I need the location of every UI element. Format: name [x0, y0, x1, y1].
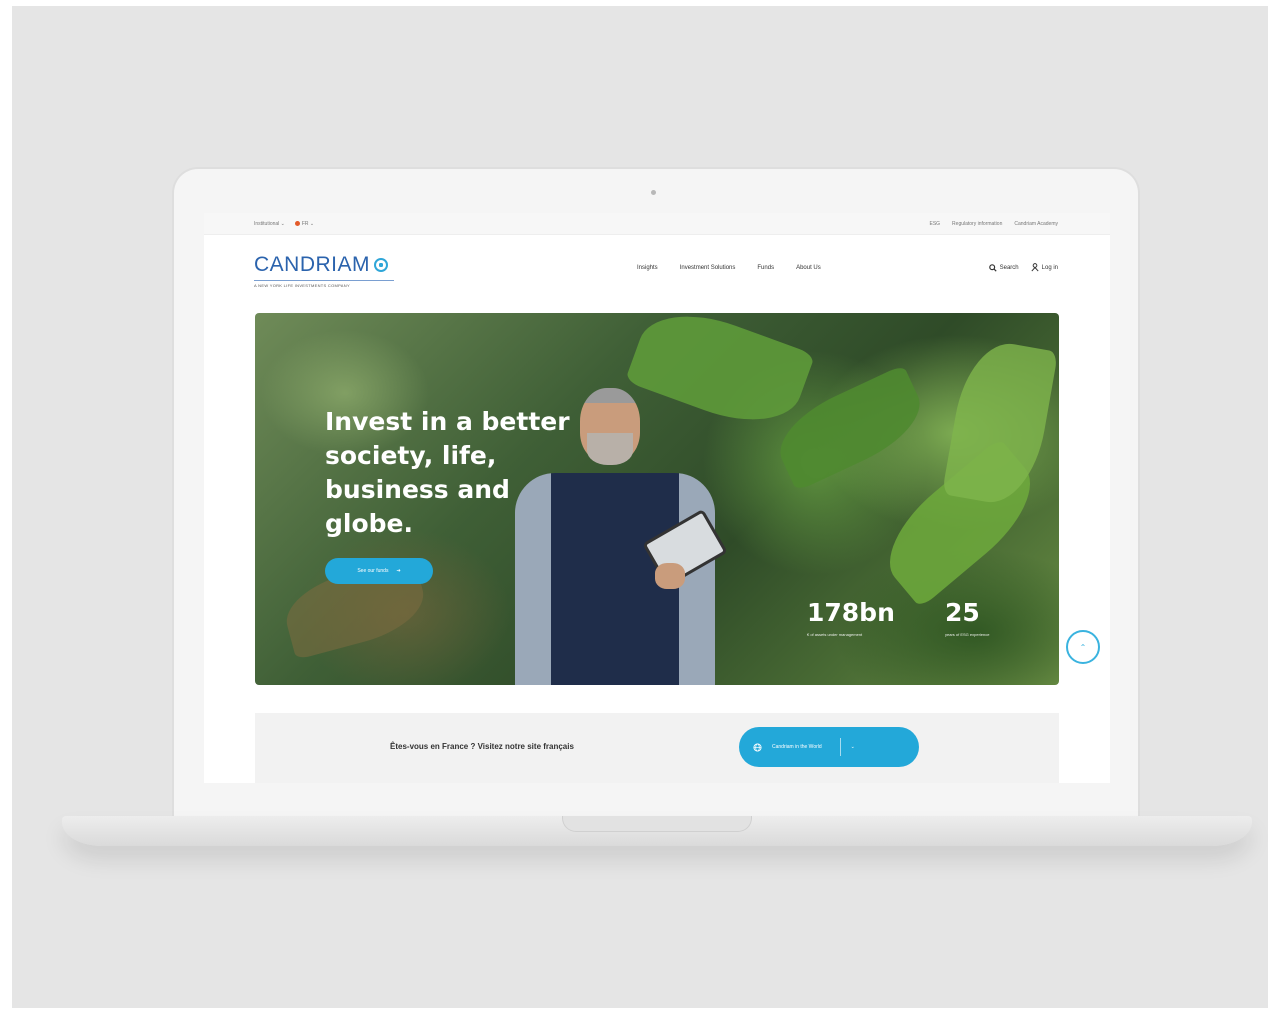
- stat-label: € of assets under management: [807, 632, 863, 637]
- stat-aum: 178bn € of assets under management: [807, 598, 895, 638]
- main-nav: Insights Investment Solutions Funds Abou…: [637, 265, 821, 271]
- leaf-decoration: [941, 336, 1059, 510]
- stat-value: 25: [945, 598, 980, 627]
- utility-link-esg[interactable]: ESG: [929, 221, 940, 227]
- logo-text: CANDRIAM: [254, 253, 371, 276]
- chevron-up-icon: ⌃: [1079, 642, 1087, 652]
- laptop-screen: Institutional ⌄ FR ⌄ ESG Regulatory info…: [204, 213, 1110, 783]
- world-button-label: Candriam in the World: [772, 744, 822, 750]
- utility-bar: Institutional ⌄ FR ⌄ ESG Regulatory info…: [204, 213, 1110, 235]
- nav-item-insights[interactable]: Insights: [637, 265, 658, 271]
- language-label: FR ⌄: [301, 221, 315, 227]
- nav-utilities: Search Log in: [988, 263, 1058, 272]
- camera-icon: [651, 190, 656, 195]
- hero-banner: Invest in a better society, life, busine…: [255, 313, 1059, 685]
- hero-title: Invest in a better society, life, busine…: [325, 407, 570, 538]
- logo-tagline: A NEW YORK LIFE INVESTMENTS COMPANY: [254, 280, 394, 288]
- utility-link-academy[interactable]: Candriam Academy: [1014, 221, 1058, 227]
- chevron-down-icon: ⌄: [850, 744, 855, 750]
- arrow-right-icon: ➔: [396, 568, 401, 574]
- country-banner-text: Êtes-vous en France ? Visitez notre site…: [390, 742, 574, 751]
- user-icon: [1031, 263, 1039, 272]
- see-our-funds-button[interactable]: See our funds ➔: [325, 558, 433, 584]
- login-label: Log in: [1041, 264, 1058, 271]
- stat-experience: 25 years of ESG experience: [945, 598, 1025, 638]
- language-selector[interactable]: FR ⌄: [294, 221, 315, 227]
- flag-icon: [294, 221, 300, 227]
- utility-link-regulatory[interactable]: Regulatory information: [952, 221, 1002, 227]
- globe-icon: [753, 742, 762, 752]
- nav-item-investment-solutions[interactable]: Investment Solutions: [680, 265, 736, 271]
- search-label: Search: [999, 264, 1019, 271]
- scroll-up-button[interactable]: ⌃: [1066, 630, 1100, 664]
- hero-button-label: See our funds: [357, 568, 389, 574]
- candriam-world-button[interactable]: Candriam in the World ⌄: [739, 727, 919, 767]
- stat-value: 178bn: [807, 598, 895, 627]
- search-icon: [988, 263, 997, 272]
- logo[interactable]: CANDRIAM A NEW YORK LIFE INVESTMENTS COM…: [254, 253, 394, 288]
- laptop-notch: [562, 816, 752, 832]
- globe-icon: [374, 258, 389, 272]
- divider: [839, 738, 841, 756]
- search-button[interactable]: Search: [988, 263, 1019, 272]
- site-header: CANDRIAM A NEW YORK LIFE INVESTMENTS COM…: [204, 235, 1110, 303]
- nav-item-funds[interactable]: Funds: [757, 265, 774, 271]
- nav-item-about-us[interactable]: About Us: [796, 265, 821, 271]
- stat-label: years of ESG experience: [945, 632, 990, 637]
- audience-selector[interactable]: Institutional ⌄: [254, 221, 285, 227]
- login-button[interactable]: Log in: [1031, 263, 1058, 272]
- country-banner: Êtes-vous en France ? Visitez notre site…: [255, 713, 1059, 783]
